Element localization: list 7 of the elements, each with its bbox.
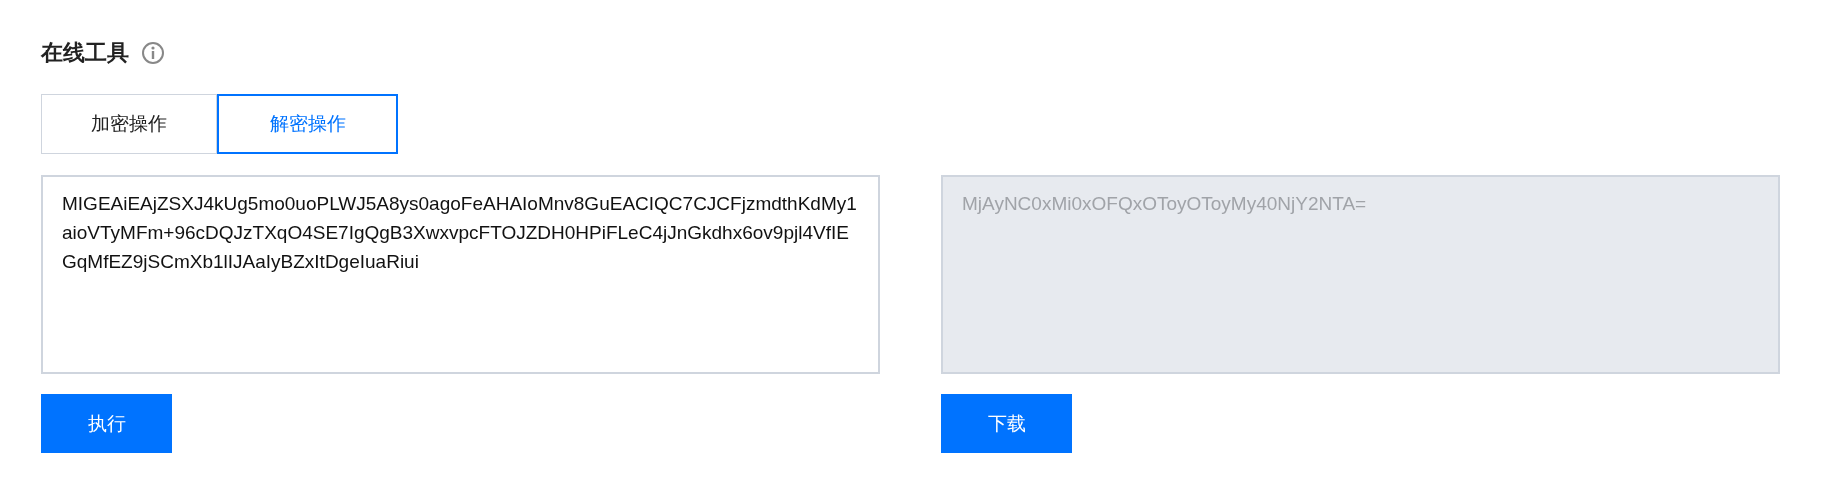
execute-button[interactable]: 执行 — [41, 394, 172, 453]
input-field[interactable]: MIGEAiEAjZSXJ4kUg5mo0uoPLWJ5A8ys0agoFeAHAIoMnv8GuEACIQC7CJCFjzmdthKdMy1aioVTyMFm+96cDQJzTXqO4SE7IgQgB3XwxvpcFTOJZDH0HPiFLeC4jJnGkdhx6ov9pjl4VfIEGqMfEZ9jSCmXb1lIJAaIyBZxItDgeIuaRiui — [41, 175, 880, 374]
download-button[interactable]: 下载 — [941, 394, 1072, 453]
section-title: 在线工具 — [41, 39, 129, 67]
tab[interactable]: 加密操作 — [41, 94, 217, 154]
tab[interactable]: 解密操作 — [217, 94, 398, 154]
info-icon[interactable] — [141, 41, 165, 65]
